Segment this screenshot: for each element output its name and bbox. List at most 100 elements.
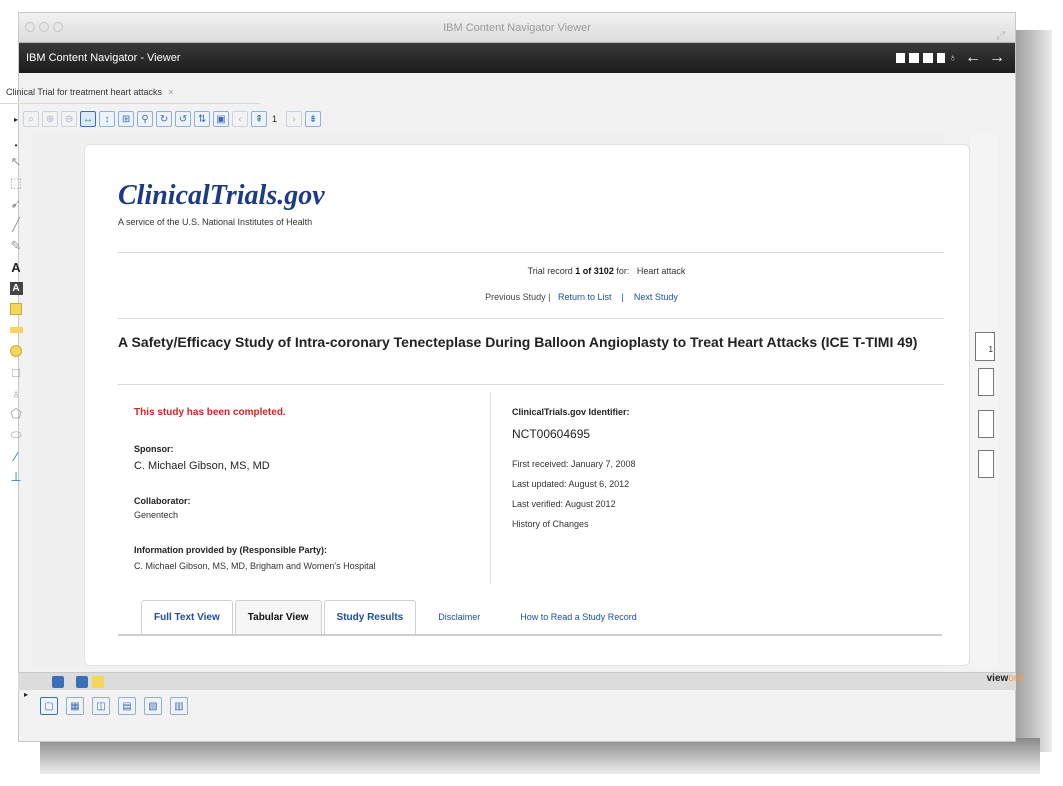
print-view-icon[interactable]: ▥: [170, 697, 188, 715]
logo-subtitle: A service of the U.S. National Institute…: [118, 217, 313, 227]
thumbnail-page-1[interactable]: 1: [975, 332, 995, 361]
pen-icon[interactable]: ✎: [7, 237, 25, 255]
info-status-icon[interactable]: [52, 676, 64, 688]
fit-page-icon[interactable]: ⊞: [118, 111, 135, 127]
rectangle-icon[interactable]: □: [7, 363, 25, 381]
zoom-icon[interactable]: ⌕: [23, 111, 40, 127]
study-navigation: Previous Study | Return to List | Next S…: [0, 292, 1063, 302]
rotate-right-icon[interactable]: ↻: [156, 111, 173, 127]
layout-horizontal-icon[interactable]: [908, 53, 919, 63]
sponsor-label: Sponsor:: [134, 444, 174, 454]
document-tab-label: Clinical Trial for treatment heart attac…: [6, 87, 163, 97]
compare-view-icon[interactable]: ▧: [144, 697, 162, 715]
first-page-icon[interactable]: ⇞: [251, 111, 268, 127]
thumbnail-page-number: 1: [988, 345, 993, 354]
polygon-icon[interactable]: ⬠: [7, 405, 25, 423]
collaborator-label: Collaborator:: [134, 496, 191, 506]
app-title: IBM Content Navigator - Viewer: [26, 52, 181, 64]
back-arrow-icon[interactable]: ←: [965, 43, 981, 73]
trial-record-line: Trial record 1 of 3102 for: Heart attack: [0, 266, 1063, 276]
identifier-value: NCT00604695: [512, 427, 591, 441]
app-header: IBM Content Navigator - Viewer ♁ ← →: [19, 43, 1015, 73]
zoom-in-icon[interactable]: ⊕: [42, 111, 59, 127]
info-label: Information provided by (Responsible Par…: [134, 545, 328, 555]
zoom-window-button[interactable]: [53, 22, 63, 32]
rotate-left-icon[interactable]: ↺: [175, 111, 192, 127]
tab-full-text-view[interactable]: Full Text View: [141, 600, 233, 634]
viewer-statusbar: [18, 672, 1016, 690]
document-tab[interactable]: Clinical Trial for treatment heart attac…: [6, 87, 173, 97]
window-shadow-bottom: [40, 738, 1040, 774]
sponsor-value: C. Michael Gibson, MS, MD: [134, 460, 270, 472]
highlight-icon[interactable]: [7, 321, 25, 339]
thumbnail-page-4[interactable]: [978, 450, 994, 478]
thumbnail-panel: [970, 134, 998, 668]
trial-record-query: Heart attack: [636, 266, 686, 276]
disclaimer-link[interactable]: Disclaimer: [438, 600, 480, 634]
study-title: A Safety/Efficacy Study of Intra-coronar…: [118, 334, 918, 350]
last-verified: Last verified: August 2012: [512, 499, 616, 509]
grid-view-icon[interactable]: ▦: [66, 697, 84, 715]
viewer-toolbar: ▸ ⌕ ⊕ ⊖ ↔ ↕ ⊞ ⚲ ↻ ↺ ⇅ ▣ ‹ ⇞ 1 › ⇟: [14, 107, 322, 131]
stamp-icon[interactable]: ⊥: [7, 468, 25, 486]
redact-line-icon[interactable]: ⁄: [7, 447, 25, 465]
tabs-baseline: [118, 634, 942, 636]
close-window-button[interactable]: [25, 22, 35, 32]
identifier-label: ClinicalTrials.gov Identifier:: [512, 407, 630, 417]
next-page-icon[interactable]: ›: [286, 111, 303, 127]
previous-page-icon[interactable]: ‹: [232, 111, 249, 127]
next-study-link[interactable]: Next Study: [634, 292, 678, 302]
window-shadow-right: [1012, 30, 1052, 752]
magnifier-icon[interactable]: ⚲: [137, 111, 154, 127]
tab-tabular-view[interactable]: Tabular View: [234, 600, 322, 634]
zoom-out-icon[interactable]: ⊖: [61, 111, 78, 127]
pointer-icon[interactable]: ↖: [7, 153, 25, 171]
freehand-icon[interactable]: ♁: [7, 384, 25, 402]
minimize-window-button[interactable]: [39, 22, 49, 32]
forward-arrow-icon[interactable]: →: [989, 43, 1005, 73]
tab-underline: [0, 103, 260, 104]
viewone-brand-view: view: [986, 673, 1009, 684]
how-to-read-link[interactable]: How to Read a Study Record: [520, 600, 637, 634]
notes-status-icon[interactable]: [92, 676, 104, 688]
tab-study-results[interactable]: Study Results: [323, 600, 417, 634]
bottom-grip-icon: ▸: [24, 690, 29, 699]
collapse-icon[interactable]: •: [7, 140, 25, 150]
document-tab-close-icon[interactable]: ×: [168, 87, 173, 97]
fit-height-icon[interactable]: ↕: [99, 111, 116, 127]
last-updated: Last updated: August 6, 2012: [512, 479, 630, 489]
flip-icon[interactable]: ⇅: [194, 111, 211, 127]
return-to-list-link[interactable]: Return to List: [558, 292, 612, 302]
select-icon[interactable]: ⬚: [7, 174, 25, 192]
fit-width-icon[interactable]: ↔: [80, 111, 97, 127]
history-of-changes-link[interactable]: History of Changes: [512, 519, 589, 529]
previous-study-link[interactable]: Previous Study |: [485, 292, 550, 302]
invert-icon[interactable]: ▣: [213, 111, 230, 127]
pin-icon[interactable]: ♁: [949, 43, 957, 73]
line-icon[interactable]: ╱: [7, 216, 25, 234]
annotation-toolbar: • ↖ ⬚ ➹ ╱ ✎ A A □ ♁ ⬠ ⬭ ⁄ ⊥: [2, 138, 30, 670]
window-title: IBM Content Navigator Viewer: [443, 22, 591, 34]
layout-single-icon[interactable]: [895, 53, 905, 63]
layout-controls: ♁ ← →: [895, 43, 1005, 73]
trial-record-for: for:: [613, 266, 630, 276]
stamp-circle-icon[interactable]: [7, 342, 25, 360]
collaborator-value: Genentech: [134, 510, 179, 520]
oval-icon[interactable]: ⬭: [7, 426, 25, 444]
nav-divider: [118, 318, 944, 319]
viewone-brand-one: one: [1008, 673, 1025, 684]
thumbnail-page-3[interactable]: [978, 410, 994, 438]
last-page-icon[interactable]: ⇟: [305, 111, 322, 127]
layout-vertical-icon[interactable]: [922, 53, 933, 63]
single-page-view-icon[interactable]: ▢: [40, 697, 58, 715]
stage: IBM Content Navigator Viewer ⤢ IBM Conte…: [0, 0, 1063, 786]
column-divider: [490, 392, 491, 584]
arrow-select-icon[interactable]: ➹: [7, 195, 25, 213]
sticky-note-icon[interactable]: [7, 300, 25, 318]
pages-status-icon[interactable]: [76, 676, 88, 688]
thumbnail-view-icon[interactable]: ▤: [118, 697, 136, 715]
two-page-view-icon[interactable]: ◫: [92, 697, 110, 715]
header-divider: [118, 252, 944, 253]
layout-grid-icon[interactable]: [936, 53, 945, 63]
thumbnail-page-2[interactable]: [978, 368, 994, 396]
